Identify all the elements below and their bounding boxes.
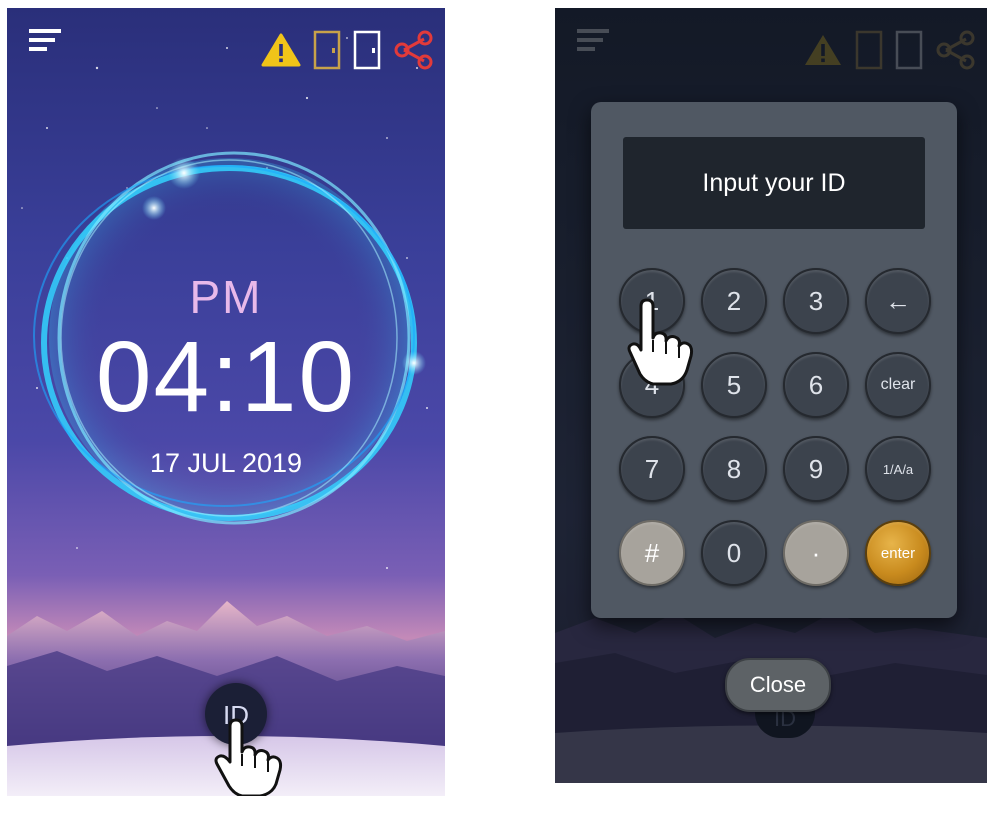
- share-icon[interactable]: [393, 30, 433, 70]
- close-button[interactable]: Close: [725, 658, 831, 712]
- key-dot[interactable]: ·: [783, 520, 849, 586]
- keypad-screen: ID Input your ID 1 2 3 ← 4 5 6 clear 7 8…: [555, 8, 987, 783]
- menu-icon[interactable]: [29, 28, 61, 54]
- key-enter[interactable]: enter: [865, 520, 931, 586]
- door-icon[interactable]: [353, 30, 381, 70]
- key-7[interactable]: 7: [619, 436, 685, 502]
- key-4[interactable]: 4: [619, 352, 685, 418]
- key-hash[interactable]: #: [619, 520, 685, 586]
- lock-screen: PM 04:10 17 JUL 2019 ID: [7, 8, 445, 796]
- clock-date: 17 JUL 2019: [149, 448, 303, 478]
- key-9[interactable]: 9: [783, 436, 849, 502]
- door-icon[interactable]: [313, 30, 341, 70]
- clock-ampm: PM: [189, 271, 263, 323]
- key-1[interactable]: 1: [619, 268, 685, 334]
- key-3[interactable]: 3: [783, 268, 849, 334]
- key-clear[interactable]: clear: [865, 352, 931, 418]
- key-input-mode[interactable]: 1/A/a: [865, 436, 931, 502]
- key-backspace[interactable]: ←: [865, 268, 931, 334]
- key-6[interactable]: 6: [783, 352, 849, 418]
- id-button[interactable]: ID: [205, 683, 267, 745]
- key-0[interactable]: 0: [701, 520, 767, 586]
- id-button-label: ID: [223, 699, 249, 730]
- key-2[interactable]: 2: [701, 268, 767, 334]
- clock-time: 04:10: [95, 321, 357, 433]
- id-display: Input your ID: [623, 137, 925, 229]
- keypad-panel: Input your ID 1 2 3 ← 4 5 6 clear 7 8 9 …: [591, 102, 957, 618]
- status-icons: [261, 30, 433, 70]
- key-8[interactable]: 8: [701, 436, 767, 502]
- key-5[interactable]: 5: [701, 352, 767, 418]
- top-bar: [7, 8, 445, 98]
- warning-icon[interactable]: [261, 33, 301, 67]
